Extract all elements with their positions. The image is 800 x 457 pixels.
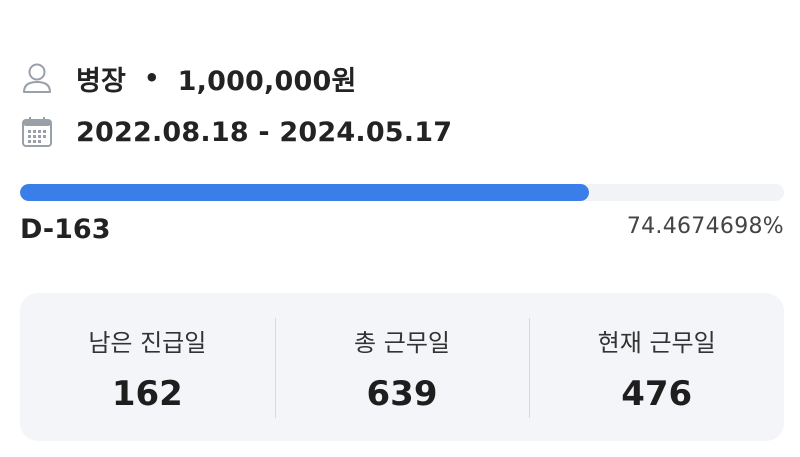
stat-value: 476 (621, 374, 693, 414)
service-stats-card: 남은 진급일 162 총 근무일 639 현재 근무일 476 (20, 293, 784, 441)
stat-total-service-days: 총 근무일 639 (274, 293, 530, 441)
stat-label: 남은 진급일 (88, 329, 207, 357)
period-row: 2022.08.18 - 2024.05.17 (20, 110, 452, 154)
service-progress-bar (20, 184, 784, 201)
dday-label: D-163 (20, 214, 111, 245)
separator-dot: • (144, 64, 160, 92)
rank-row: 병장 • 1,000,000원 (20, 56, 357, 100)
service-period-text: 2022.08.18 - 2024.05.17 (76, 116, 453, 148)
service-progress-fill (20, 184, 589, 201)
progress-percent: 74.4674698% (626, 214, 784, 239)
stat-label: 총 근무일 (354, 329, 450, 357)
stat-value: 639 (366, 374, 438, 414)
salary-text: 1,000,000원 (177, 65, 357, 97)
user-icon (20, 61, 54, 95)
calendar-icon (20, 115, 54, 149)
stat-label: 현재 근무일 (597, 329, 716, 357)
stat-current-service-days: 현재 근무일 476 (529, 293, 784, 441)
stat-remaining-promotion-days: 남은 진급일 162 (20, 293, 275, 441)
stat-value: 162 (111, 374, 183, 414)
rank-text: 병장 (76, 65, 127, 97)
